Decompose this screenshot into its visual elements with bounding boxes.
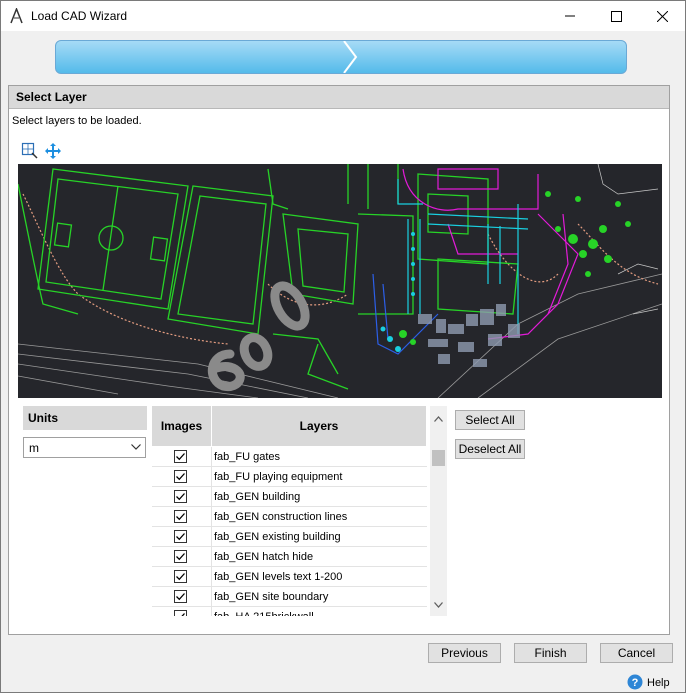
column-header-layers[interactable]: Layers: [212, 406, 427, 446]
checkmark-icon: [176, 533, 185, 541]
image-checkbox-cell: [152, 507, 212, 526]
image-checkbox-cell: [152, 587, 212, 606]
select-all-button[interactable]: Select All: [455, 410, 525, 430]
table-row[interactable]: fab_GEN building: [152, 487, 427, 507]
table-row[interactable]: fab_FU playing equipment: [152, 467, 427, 487]
maximize-icon: [610, 10, 622, 22]
table-row[interactable]: fab_HA 215brickwall: [152, 607, 427, 616]
layer-checkbox[interactable]: [174, 450, 187, 463]
checkmark-icon: [176, 453, 185, 461]
title-bar: Load CAD Wizard: [1, 1, 685, 31]
chevron-down-icon: [131, 444, 141, 450]
step-chevron-icon: [343, 41, 358, 73]
checkmark-icon: [176, 513, 185, 521]
table-row[interactable]: fab_GEN site boundary: [152, 587, 427, 607]
checkmark-icon: [181, 613, 185, 616]
close-button[interactable]: [639, 1, 685, 31]
minimize-icon: [565, 15, 575, 17]
pan-icon[interactable]: [44, 142, 62, 160]
layer-name: fab_GEN hatch hide: [214, 551, 314, 563]
svg-text:?: ?: [632, 677, 639, 689]
image-checkbox-cell: [152, 487, 212, 506]
layer-checkbox[interactable]: [174, 570, 187, 583]
column-header-images[interactable]: Images: [152, 406, 212, 446]
app-logo-icon: [10, 8, 23, 24]
units-dropdown[interactable]: m: [23, 437, 146, 458]
image-checkbox-cell: [152, 547, 212, 566]
finish-button[interactable]: Finish: [514, 643, 587, 663]
instruction-text: Select layers to be loaded.: [12, 115, 142, 127]
layer-name: fab_GEN levels text 1-200: [214, 571, 343, 583]
close-icon: [656, 10, 668, 22]
layer-name: fab_FU gates: [214, 451, 281, 463]
image-checkbox-cell: [152, 467, 212, 486]
layer-name: fab_GEN construction lines: [214, 511, 348, 523]
layer-checkbox[interactable]: [174, 470, 187, 483]
previous-button[interactable]: Previous: [428, 643, 501, 663]
window-title: Load CAD Wizard: [31, 9, 128, 23]
checkmark-icon: [176, 553, 185, 561]
layer-name: fab_GEN existing building: [214, 531, 341, 543]
image-checkbox-cell: [152, 447, 212, 466]
scroll-up-icon[interactable]: [434, 416, 443, 422]
table-row[interactable]: fab_GEN construction lines: [152, 507, 427, 527]
layer-checkbox[interactable]: [174, 510, 187, 523]
scrollbar-thumb[interactable]: [432, 450, 445, 466]
image-checkbox-cell: [152, 607, 212, 616]
cad-drawing: [18, 164, 662, 398]
cancel-button[interactable]: Cancel: [600, 643, 673, 663]
units-label-text: Units: [28, 411, 58, 425]
help-icon[interactable]: ?: [627, 674, 643, 690]
checkmark-icon: [176, 493, 185, 501]
layer-checkbox[interactable]: [174, 490, 187, 503]
image-checkbox-cell: [152, 527, 212, 546]
layer-name: fab_FU playing equipment: [214, 471, 343, 483]
checkmark-icon: [176, 593, 185, 601]
image-checkbox-cell: [152, 567, 212, 586]
minimize-button[interactable]: [547, 1, 593, 31]
layer-name: fab_HA 215brickwall: [214, 611, 314, 616]
table-row[interactable]: fab_FU gates: [152, 447, 427, 467]
checkmark-icon: [176, 573, 185, 581]
layers-scrollbar[interactable]: [430, 406, 447, 616]
cad-preview-canvas[interactable]: [18, 164, 662, 398]
layers-table: Images Layers fab_FU gates fab_FU playing…: [152, 406, 427, 616]
zoom-window-icon[interactable]: [21, 142, 39, 160]
layer-checkbox[interactable]: [174, 590, 187, 603]
layer-checkbox[interactable]: [174, 550, 187, 563]
select-layer-panel: Select Layer Select layers to be loaded.: [8, 85, 670, 635]
layer-name: fab_GEN site boundary: [214, 591, 329, 603]
units-label: Units: [23, 406, 147, 430]
deselect-all-button[interactable]: Deselect All: [455, 439, 525, 459]
help-link[interactable]: Help: [647, 677, 670, 689]
panel-header: Select Layer: [9, 86, 669, 109]
checkmark-icon: [176, 473, 185, 481]
layer-name: fab_GEN building: [214, 491, 301, 503]
panel-title: Select Layer: [16, 90, 87, 104]
layer-checkbox[interactable]: [174, 610, 187, 616]
table-row[interactable]: fab_GEN levels text 1-200: [152, 567, 427, 587]
scroll-down-icon[interactable]: [434, 602, 443, 608]
load-cad-wizard-window: Load CAD Wizard Select Layer Select laye…: [0, 0, 686, 693]
maximize-button[interactable]: [593, 1, 639, 31]
wizard-progress-bar: [55, 40, 627, 74]
table-row[interactable]: fab_GEN existing building: [152, 527, 427, 547]
table-row[interactable]: fab_GEN hatch hide: [152, 547, 427, 567]
layer-checkbox[interactable]: [174, 530, 187, 543]
units-value: m: [29, 441, 39, 455]
